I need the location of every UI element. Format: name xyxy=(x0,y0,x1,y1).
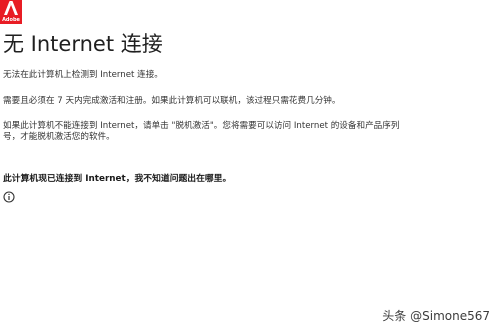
adobe-a-icon xyxy=(4,1,18,15)
activation-deadline-message: 需要且必须在 7 天内完成激活和注册。如果此计算机可以联机，该过程只需花费几分钟… xyxy=(3,96,341,106)
offline-activation-message-line2: 号，才能脱机激活您的软件。 xyxy=(3,132,115,142)
adobe-logo-text: Adobe xyxy=(2,17,20,23)
activation-window: Adobe 无 Internet 连接 无法在此计算机上检测到 Internet… xyxy=(0,0,502,334)
page-title: 无 Internet 连接 xyxy=(3,32,163,56)
watermark: 头条 @Simone567 xyxy=(382,309,490,323)
already-connected-link[interactable]: 此计算机现已连接到 Internet，我不知道问题出在哪里。 xyxy=(3,174,231,185)
info-icon[interactable] xyxy=(3,191,15,203)
adobe-logo: Adobe xyxy=(0,0,22,24)
offline-activation-message-line1: 如果此计算机不能连接到 Internet，请单击 "脱机激活"。您将需要可以访问… xyxy=(3,121,400,131)
no-connection-message: 无法在此计算机上检测到 Internet 连接。 xyxy=(3,70,163,80)
